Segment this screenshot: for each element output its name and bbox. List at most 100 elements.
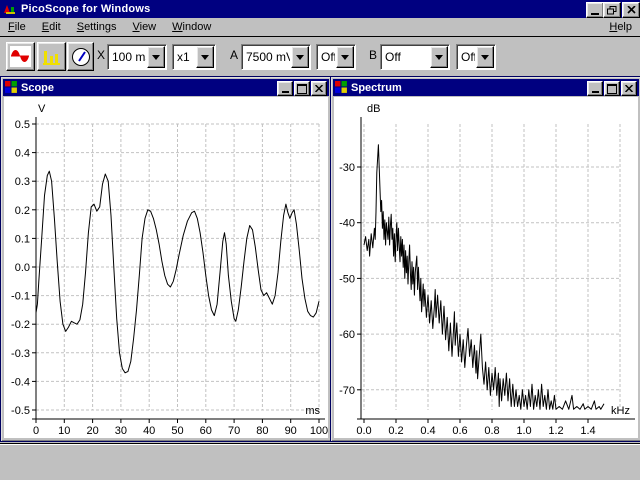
x-multiplier-value: x1 bbox=[177, 50, 190, 64]
chevron-down-icon[interactable] bbox=[147, 46, 165, 68]
maximize-icon bbox=[607, 83, 617, 94]
menu-item-file[interactable]: File bbox=[0, 20, 34, 34]
mdi-workspace: Scope 0.5 0.4 0.3 0.2 0.1 0.0 -0.1 -0.2 -0.3 -0.4… bbox=[0, 76, 640, 443]
scope-wave-icon bbox=[10, 46, 31, 67]
menu-bar: File Edit Settings View Window Help bbox=[0, 18, 640, 36]
status-bar: GO Stopped Trigger None 200 0 bbox=[0, 443, 640, 480]
svg-text:0.8: 0.8 bbox=[484, 425, 499, 437]
timebase-label: X bbox=[97, 48, 106, 62]
chevron-down-icon[interactable] bbox=[291, 46, 309, 68]
channel-b-mode-select[interactable]: Off bbox=[456, 44, 496, 70]
scope-window: Scope 0.5 0.4 0.3 0.2 0.1 0.0 -0.1 -0.2 -0.3 -0.4… bbox=[0, 76, 332, 442]
close-icon bbox=[315, 85, 323, 92]
svg-text:-0.5: -0.5 bbox=[11, 405, 30, 417]
svg-text:0.3: 0.3 bbox=[15, 176, 30, 188]
timebase-value: 100 ms bbox=[112, 50, 146, 64]
minimize-icon bbox=[281, 90, 289, 93]
scope-titlebar[interactable]: Scope bbox=[3, 79, 329, 96]
svg-text:0: 0 bbox=[33, 425, 39, 437]
channel-a-mode-value: Off bbox=[321, 50, 335, 64]
svg-text:-70: -70 bbox=[339, 385, 355, 397]
maximize-icon bbox=[297, 83, 307, 94]
svg-text:0.6: 0.6 bbox=[452, 425, 467, 437]
svg-text:90: 90 bbox=[285, 425, 297, 437]
close-button[interactable] bbox=[311, 81, 327, 96]
svg-text:-50: -50 bbox=[339, 273, 355, 285]
minimize-button[interactable] bbox=[277, 81, 293, 96]
spectrum-titlebar[interactable]: Spectrum bbox=[333, 79, 639, 96]
close-button[interactable] bbox=[622, 2, 640, 18]
channel-a-label: A bbox=[230, 48, 239, 62]
spectrum-chart: -30 -40 -50 -60 -70 0.0 0.2 0.4 0.6 0.8 1.0 1.2 1.4 d… bbox=[339, 103, 635, 437]
svg-text:50: 50 bbox=[171, 425, 183, 437]
chevron-down-icon[interactable] bbox=[430, 46, 448, 68]
channel-b-range-select[interactable]: Off bbox=[380, 44, 450, 70]
window-icon bbox=[335, 81, 347, 93]
svg-text:0.1: 0.1 bbox=[15, 233, 30, 245]
menu-item-settings[interactable]: Settings bbox=[69, 20, 125, 34]
meter-view-button[interactable] bbox=[67, 42, 94, 71]
svg-text:0.0: 0.0 bbox=[15, 262, 30, 274]
svg-text:-0.1: -0.1 bbox=[11, 291, 30, 303]
channel-b-label: B bbox=[369, 48, 378, 62]
channel-a-range-value: 7500 mV bbox=[246, 50, 290, 64]
scope-plot-area: 0.5 0.4 0.3 0.2 0.1 0.0 -0.1 -0.2 -0.3 -0.4 -0.5 0 1… bbox=[4, 97, 328, 438]
svg-text:0.4: 0.4 bbox=[420, 425, 435, 437]
picoscope-app: PicoScope for Windows File Edit Settings Vi… bbox=[0, 0, 640, 480]
menu-item-window[interactable]: Window bbox=[164, 20, 219, 34]
svg-text:60: 60 bbox=[200, 425, 212, 437]
timebase-select[interactable]: 100 ms bbox=[107, 44, 167, 70]
minimize-button[interactable] bbox=[586, 2, 604, 18]
x-multiplier-select[interactable]: x1 bbox=[172, 44, 216, 70]
chevron-down-icon[interactable] bbox=[476, 46, 494, 68]
menu-item-view[interactable]: View bbox=[124, 20, 164, 34]
svg-text:dB: dB bbox=[367, 103, 380, 115]
close-button[interactable] bbox=[621, 81, 637, 96]
minimize-button[interactable] bbox=[587, 81, 603, 96]
spectrum-bars-icon bbox=[43, 51, 60, 65]
maximize-button[interactable] bbox=[294, 81, 310, 96]
svg-text:20: 20 bbox=[86, 425, 98, 437]
svg-text:1.0: 1.0 bbox=[516, 425, 531, 437]
channel-b-mode-value: Off bbox=[461, 50, 475, 64]
svg-text:kHz: kHz bbox=[611, 405, 630, 417]
svg-text:0.0: 0.0 bbox=[356, 425, 371, 437]
app-icon bbox=[4, 5, 15, 14]
close-icon bbox=[626, 6, 636, 14]
svg-text:-30: -30 bbox=[339, 162, 355, 174]
minimize-icon bbox=[591, 90, 599, 93]
restore-button[interactable] bbox=[603, 2, 621, 18]
svg-text:-0.3: -0.3 bbox=[11, 348, 30, 360]
svg-text:-0.4: -0.4 bbox=[11, 376, 30, 388]
channel-a-mode-select[interactable]: Off bbox=[316, 44, 356, 70]
window-icon bbox=[5, 81, 17, 93]
scope-view-button[interactable] bbox=[6, 42, 35, 71]
menu-item-help[interactable]: Help bbox=[601, 20, 640, 34]
svg-text:0.5: 0.5 bbox=[15, 119, 30, 131]
svg-text:40: 40 bbox=[143, 425, 155, 437]
window-title: PicoScope for Windows bbox=[21, 3, 151, 15]
chevron-down-icon[interactable] bbox=[196, 46, 214, 68]
svg-text:70: 70 bbox=[228, 425, 240, 437]
meter-gauge-icon bbox=[71, 47, 90, 66]
chevron-down-icon[interactable] bbox=[336, 46, 354, 68]
svg-text:-60: -60 bbox=[339, 329, 355, 341]
svg-text:1.2: 1.2 bbox=[548, 425, 563, 437]
svg-text:-40: -40 bbox=[339, 218, 355, 230]
svg-text:1.4: 1.4 bbox=[580, 425, 595, 437]
svg-text:0.2: 0.2 bbox=[15, 205, 30, 217]
menu-item-edit[interactable]: Edit bbox=[34, 20, 69, 34]
svg-text:0.4: 0.4 bbox=[15, 148, 30, 160]
svg-text:10: 10 bbox=[58, 425, 70, 437]
svg-text:0.2: 0.2 bbox=[388, 425, 403, 437]
channel-a-range-select[interactable]: 7500 mV bbox=[241, 44, 311, 70]
channel-b-range-value: Off bbox=[385, 50, 401, 64]
svg-text:30: 30 bbox=[115, 425, 127, 437]
spectrum-plot-area: -30 -40 -50 -60 -70 0.0 0.2 0.4 0.6 0.8 1.0 1.2 1.4 d… bbox=[334, 97, 638, 438]
close-icon bbox=[625, 85, 633, 92]
spectrum-window: Spectrum -30 -40 -50 -60 -70 0.0 0.2 0.4 0.6 0.8 1… bbox=[330, 76, 640, 442]
spectrum-view-button[interactable] bbox=[37, 42, 66, 71]
maximize-button[interactable] bbox=[604, 81, 620, 96]
main-titlebar[interactable]: PicoScope for Windows bbox=[0, 0, 640, 18]
scope-window-title: Scope bbox=[21, 81, 55, 94]
